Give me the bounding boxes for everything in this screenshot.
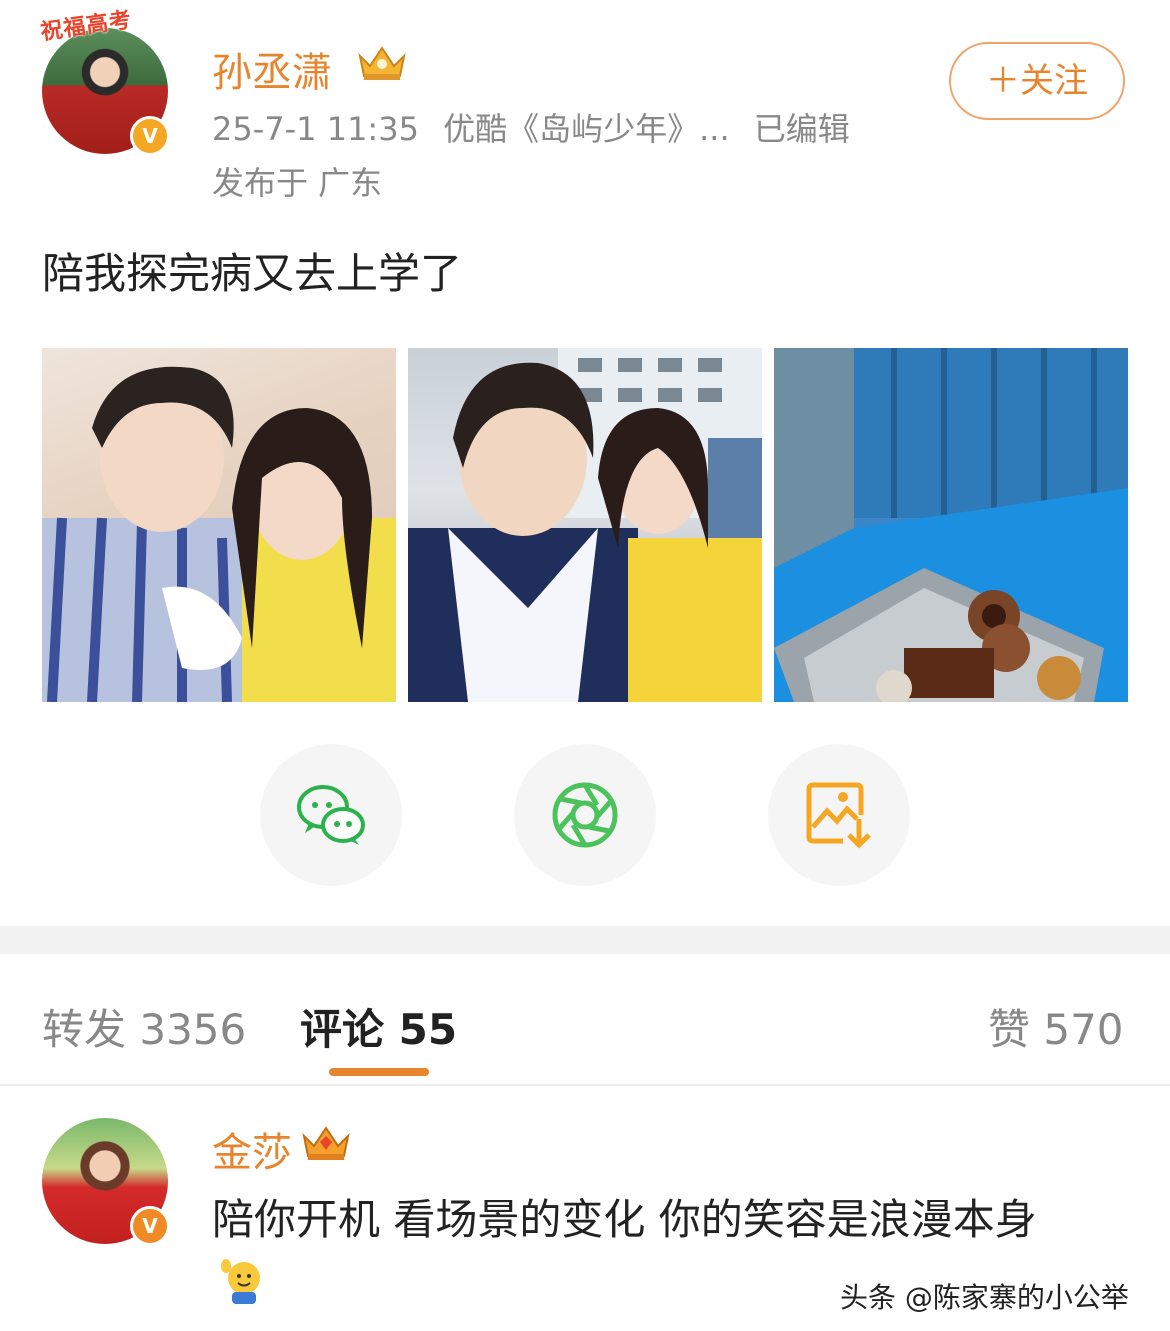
wechat-icon [297, 785, 365, 845]
share-moments-button[interactable] [514, 744, 656, 886]
waving-emoji-icon [221, 1259, 260, 1304]
tabs-separator [0, 1084, 1170, 1086]
post-photo-2[interactable] [408, 348, 762, 702]
comment-text: 陪你开机 看场景的变化 你的笑容是浪漫本身 [212, 1195, 1037, 1244]
post-photo-3[interactable] [774, 348, 1128, 702]
share-wechat-button[interactable] [260, 744, 402, 886]
crown-vip-icon [358, 46, 406, 80]
post-meta-line: 25-7-1 11:35 优酷《岛屿少年》... 已编辑 [212, 104, 850, 150]
post-body-text: 陪我探完病又去上学了 [42, 249, 463, 298]
tab-comments[interactable]: 评论 55 [300, 996, 457, 1057]
commenter-name[interactable]: 金莎 [212, 1120, 292, 1178]
author-name[interactable]: 孙丞潇 [212, 40, 332, 98]
verified-badge-icon: V [130, 1206, 170, 1246]
follow-button[interactable]: ＋关注 [949, 42, 1125, 120]
watermark: 头条 @陈家寨的小公举 [840, 1281, 1129, 1314]
edited-label: 已编辑 [753, 110, 850, 148]
save-image-icon [806, 782, 871, 849]
section-divider [0, 926, 1170, 954]
post-source[interactable]: 优酷《岛屿少年》... [443, 110, 730, 148]
save-image-button[interactable] [768, 744, 910, 886]
moments-icon [552, 782, 618, 848]
verified-badge-icon: V [130, 116, 170, 156]
post-timestamp: 25-7-1 11:35 [212, 110, 419, 148]
crown-vip-icon [302, 1126, 350, 1160]
post-location: 发布于 广东 [212, 164, 383, 202]
tab-repost[interactable]: 转发 3356 [42, 996, 246, 1057]
tab-likes[interactable]: 赞 570 [988, 996, 1124, 1057]
post-photo-1[interactable] [42, 348, 396, 702]
active-tab-indicator [329, 1068, 429, 1076]
